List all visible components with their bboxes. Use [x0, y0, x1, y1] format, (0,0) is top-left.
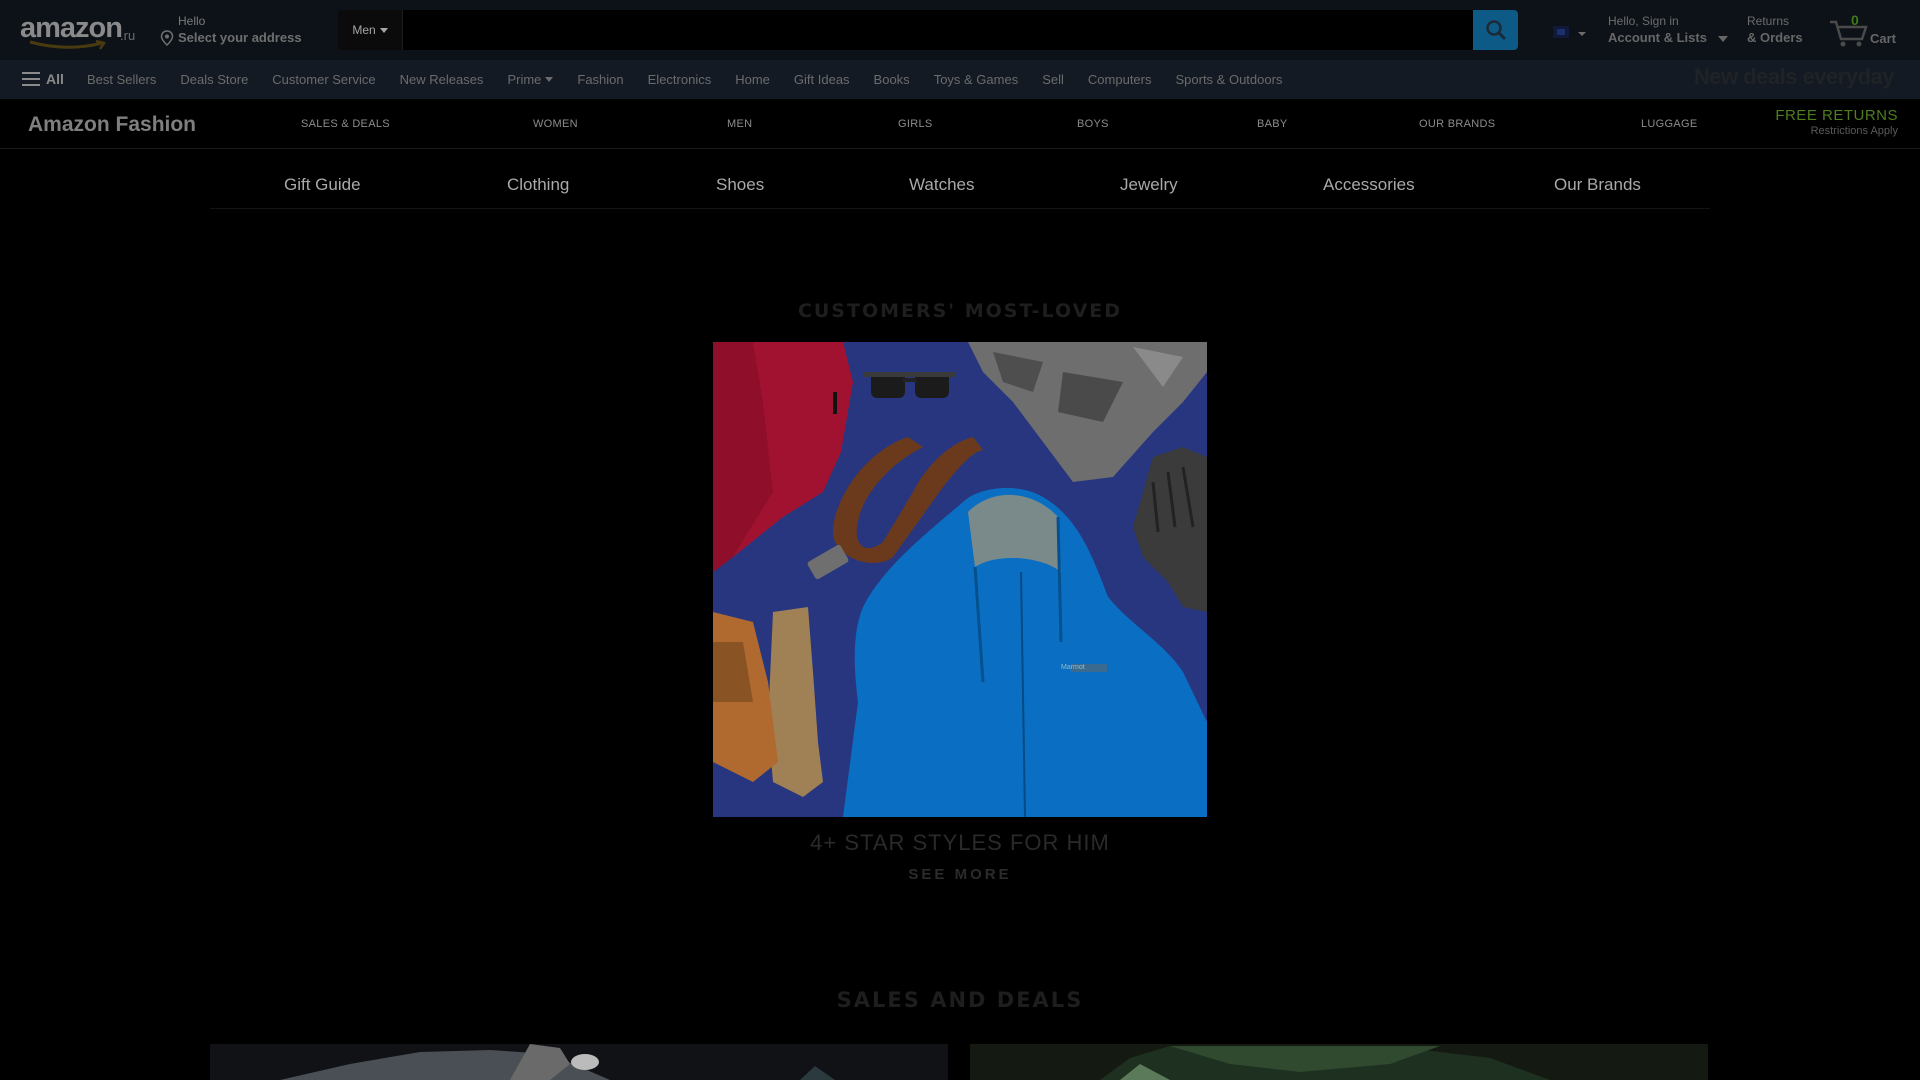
returns-orders[interactable]: Returns & Orders [1747, 14, 1817, 48]
deliver-greeting: Hello [178, 14, 206, 28]
fashion-item-luggage[interactable]: LUGGAGE [1641, 118, 1698, 130]
search-icon [1485, 20, 1506, 41]
fashion-item-our-brands[interactable]: OUR BRANDS [1419, 118, 1495, 130]
cart-icon [1830, 20, 1868, 47]
sales-tile-right[interactable] [970, 1044, 1708, 1080]
caret-down-icon [1718, 36, 1728, 42]
nav-item-books[interactable]: Books [874, 72, 910, 87]
category-tabs: Gift Guide Clothing Shoes Watches Jewelr… [210, 165, 1710, 209]
nav-item-best-sellers[interactable]: Best Sellers [87, 72, 156, 87]
cart-button[interactable]: 0 Cart [1828, 12, 1920, 52]
fashion-item-women[interactable]: WOMEN [533, 118, 578, 130]
nav-items: Best Sellers Deals Store Customer Servic… [87, 60, 1306, 99]
hero-caption[interactable]: 4+ STAR STYLES FOR HIM [0, 830, 1920, 856]
nav-item-customer-service[interactable]: Customer Service [272, 72, 375, 87]
tab-accessories[interactable]: Accessories [1323, 175, 1415, 195]
nav-item-fashion[interactable]: Fashion [577, 72, 623, 87]
amazon-fashion-logo[interactable]: Amazon Fashion [28, 113, 196, 137]
search-category-label: Men [352, 23, 376, 37]
deliver-address: Select your address [178, 30, 302, 45]
nav-item-deals-store[interactable]: Deals Store [180, 72, 248, 87]
tab-our-brands[interactable]: Our Brands [1554, 175, 1641, 195]
logo-tld: .ru [120, 28, 136, 43]
sales-tile-left-image [210, 1044, 948, 1080]
restrictions-label: Restrictions Apply [1810, 125, 1898, 137]
cart-count: 0 [1851, 12, 1859, 28]
nav-strip: All Best Sellers Deals Store Customer Se… [0, 60, 1920, 99]
fashion-item-baby[interactable]: BABY [1257, 118, 1288, 130]
free-returns-badge[interactable]: FREE RETURNS Restrictions Apply [1775, 107, 1898, 137]
nav-item-toys-games[interactable]: Toys & Games [934, 72, 1019, 87]
tab-shoes[interactable]: Shoes [716, 175, 764, 195]
jacket-brand-label: Marmot [1061, 664, 1085, 671]
nav-item-electronics[interactable]: Electronics [648, 72, 712, 87]
flag-icon [1553, 26, 1586, 38]
nav-item-prime[interactable]: Prime [507, 72, 554, 87]
search-bar: Men [338, 10, 1518, 50]
nav-item-new-releases[interactable]: New Releases [400, 72, 484, 87]
search-input[interactable] [404, 10, 1474, 50]
tab-clothing[interactable]: Clothing [507, 175, 569, 195]
all-label: All [46, 71, 64, 87]
menswear-flatlay-image [713, 342, 1207, 817]
account-menu[interactable]: Hello, Sign in Account & Lists [1608, 14, 1728, 48]
hamburger-icon [22, 72, 40, 86]
sales-deals-title: SALES AND DEALS [836, 988, 1084, 1012]
tab-gift-guide[interactable]: Gift Guide [284, 175, 361, 195]
see-more-link[interactable]: SEE MORE [0, 866, 1920, 883]
fashion-item-men[interactable]: MEN [727, 118, 752, 130]
most-loved-hero-image[interactable]: Marmot [713, 342, 1207, 817]
deliver-to[interactable]: Hello Select your address [160, 14, 320, 48]
fashion-item-boys[interactable]: BOYS [1077, 118, 1109, 130]
caret-down-icon [379, 27, 388, 33]
sales-tile-left[interactable] [210, 1044, 948, 1080]
account-greeting: Hello, Sign in [1608, 14, 1679, 28]
nav-item-sell[interactable]: Sell [1042, 72, 1064, 87]
fashion-subnav: Amazon Fashion SALES & DEALS WOMEN MEN G… [0, 99, 1920, 149]
fashion-item-sales-deals[interactable]: SALES & DEALS [301, 118, 390, 130]
top-header: amazon .ru Hello Select your address Men [0, 0, 1920, 60]
all-menu-button[interactable]: All [22, 68, 64, 90]
fashion-item-girls[interactable]: GIRLS [898, 118, 933, 130]
returns-label: Returns [1747, 14, 1790, 28]
nav-item-sports-outdoors[interactable]: Sports & Outdoors [1175, 72, 1282, 87]
language-selector[interactable] [1552, 22, 1592, 44]
cart-label: Cart [1870, 31, 1897, 46]
orders-label: & Orders [1747, 30, 1803, 45]
search-category-dropdown[interactable]: Men [338, 10, 403, 50]
most-loved-title: CUSTOMERS' MOST-LOVED [797, 300, 1123, 322]
account-lists-label: Account & Lists [1608, 30, 1707, 45]
amazon-logo[interactable]: amazon .ru [20, 10, 138, 50]
caret-down-icon [545, 77, 554, 82]
search-button[interactable] [1473, 10, 1518, 50]
tab-jewelry[interactable]: Jewelry [1120, 175, 1178, 195]
location-pin-icon [160, 30, 174, 46]
tab-watches[interactable]: Watches [909, 175, 975, 195]
sales-tile-right-image [970, 1044, 1708, 1080]
nav-item-home[interactable]: Home [735, 72, 770, 87]
free-returns-label: FREE RETURNS [1775, 107, 1898, 124]
smile-arrow-icon [29, 40, 107, 50]
nav-item-gift-ideas[interactable]: Gift Ideas [794, 72, 850, 87]
promo-banner[interactable]: New deals everyday [1694, 64, 1895, 90]
nav-item-computers[interactable]: Computers [1088, 72, 1152, 87]
